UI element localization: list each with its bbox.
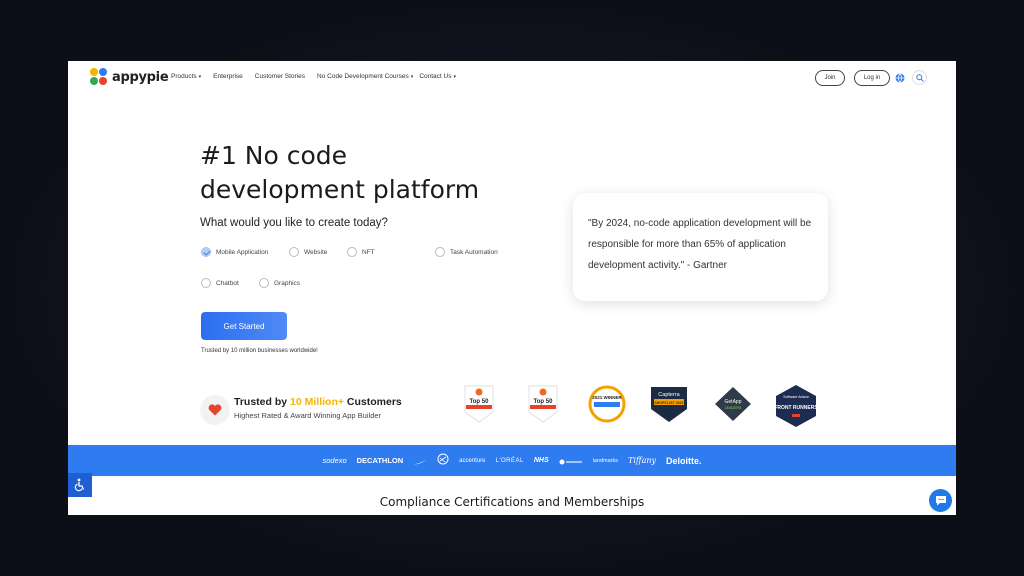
nike-logo-icon <box>413 452 427 470</box>
browser-page: appypie Products ▾ Enterprise Customer St… <box>68 61 956 515</box>
option-label: Mobile Application <box>216 248 269 256</box>
menu-enterprise[interactable]: Enterprise <box>213 73 243 80</box>
badge-label: Top 50 <box>470 399 490 405</box>
option-label: Website <box>304 248 328 256</box>
chat-icon[interactable] <box>929 489 952 512</box>
checkbox-icon[interactable] <box>201 278 211 288</box>
g2-top50-badge-1: Top 50 <box>462 384 496 429</box>
top-nav: appypie Products ▾ Enterprise Customer St… <box>68 61 956 93</box>
brand-logo[interactable]: appypie <box>90 68 169 86</box>
g2-badge-icon: Top 50 <box>528 385 558 423</box>
option-label: NFT <box>362 248 375 256</box>
chevron-down-icon: ▾ <box>453 74 456 80</box>
gartner-quote-card: "By 2024, no-code application developmen… <box>573 193 828 301</box>
trust-title-prefix: Trusted by <box>234 396 291 408</box>
accenture-logo: accenture <box>459 457 486 464</box>
menu-courses[interactable]: No Code Development Courses ▾ <box>317 73 413 80</box>
badge-sublabel: SHORTLIST 2021 <box>654 401 683 405</box>
getapp-badge-icon: GetApp LEADERS <box>715 387 751 421</box>
software-advice-front-runners-badge: Software Advice FRONT RUNNERS <box>773 384 819 433</box>
accessibility-icon[interactable] <box>68 473 92 497</box>
trust-title-highlight: 10 Million+ <box>290 396 344 408</box>
menu-products[interactable]: Products ▾ <box>171 73 201 80</box>
option-website[interactable]: Website <box>289 247 327 257</box>
brand-logo-icon <box>559 452 583 470</box>
option-nft[interactable]: NFT <box>347 247 375 257</box>
appypie-logo-icon <box>90 68 108 86</box>
software-advice-badge-icon: Software Advice FRONT RUNNERS <box>774 385 818 427</box>
hero-title: #1 No code development platform <box>200 139 500 207</box>
client-logos-band: sodexo DECATHLON accenture L'ORÉAL NHS l… <box>68 445 956 476</box>
menu-customer-stories[interactable]: Customer Stories <box>255 73 305 80</box>
hero-title-line-2: development platform <box>200 175 480 204</box>
option-label: Graphics <box>274 279 301 287</box>
tiffany-logo: Tiffany <box>628 456 657 465</box>
chevron-down-icon: ▾ <box>410 74 414 80</box>
compliance-section-title: Compliance Certifications and Membership… <box>379 495 645 509</box>
checkbox-icon[interactable] <box>289 247 299 257</box>
badge-sublabel: FRONT RUNNERS <box>774 405 818 411</box>
sb-logo-icon <box>437 452 449 470</box>
login-button[interactable]: Log in <box>854 70 890 86</box>
option-graphics[interactable]: Graphics <box>259 278 300 288</box>
award-subtitle: Highest Rated & Award Winning App Builde… <box>234 411 382 420</box>
checkbox-icon[interactable] <box>259 278 269 288</box>
sodexo-logo: sodexo <box>322 456 347 465</box>
hero-subtitle: What would you like to create today? <box>200 217 388 229</box>
getapp-leaders-badge: GetApp LEADERS <box>712 384 754 429</box>
loreal-logo: L'ORÉAL <box>495 457 524 464</box>
join-button[interactable]: Join <box>815 70 845 86</box>
heart-badge <box>200 395 230 425</box>
award-winner-badge: 2021 WINNER <box>588 384 626 429</box>
g2-top50-badge-2: Top 50 <box>526 384 560 429</box>
award-winner-badge-icon: 2021 WINNER <box>588 385 626 423</box>
chevron-down-icon: ▾ <box>198 74 202 80</box>
get-started-button[interactable]: Get Started <box>201 312 287 340</box>
option-mobile-application[interactable]: Mobile Application <box>201 247 268 257</box>
badge-label: 2021 WINNER <box>592 395 622 400</box>
g2-badge-icon: Top 50 <box>464 385 494 423</box>
capterra-badge-icon: Capterra SHORTLIST 2021 <box>651 387 687 422</box>
trust-title-suffix: Customers <box>344 396 402 408</box>
quote-text: "By 2024, no-code application developmen… <box>588 218 812 271</box>
badge-sublabel: LEADERS <box>725 406 742 410</box>
checkbox-checked-icon[interactable] <box>201 247 211 257</box>
option-task-automation[interactable]: Task Automation <box>435 247 498 257</box>
deloitte-logo: Deloitte. <box>666 455 702 466</box>
option-label: Chatbot <box>216 279 239 287</box>
badge-label: Top 50 <box>534 399 554 405</box>
badge-label: Software Advice <box>783 395 809 399</box>
hero-title-line-1: #1 No code <box>200 141 348 170</box>
checkbox-icon[interactable] <box>347 247 357 257</box>
heart-icon <box>208 404 222 416</box>
search-icon[interactable] <box>912 70 927 85</box>
decathlon-logo: DECATHLON <box>356 456 404 465</box>
option-label: Task Automation <box>450 248 498 256</box>
badge-label: Capterra <box>658 392 680 398</box>
checkbox-icon[interactable] <box>435 247 445 257</box>
capterra-shortlist-badge: Capterra SHORTLIST 2021 <box>649 384 689 429</box>
brand-name: appypie <box>112 69 169 85</box>
option-chatbot[interactable]: Chatbot <box>201 278 239 288</box>
main-menu: Products ▾ Enterprise Customer Stories No… <box>171 73 468 80</box>
menu-contact[interactable]: Contact Us ▾ <box>419 73 456 80</box>
globe-icon[interactable] <box>892 70 907 85</box>
trusted-customers-title: Trusted by 10 Million+ Customers <box>234 396 402 408</box>
badge-label: GetApp <box>725 399 742 405</box>
nhs-logo: NHS <box>533 457 549 464</box>
landmarks-logo: landmarks <box>592 457 619 464</box>
trusted-tagline: Trusted by 10 million businesses worldwi… <box>201 348 318 354</box>
